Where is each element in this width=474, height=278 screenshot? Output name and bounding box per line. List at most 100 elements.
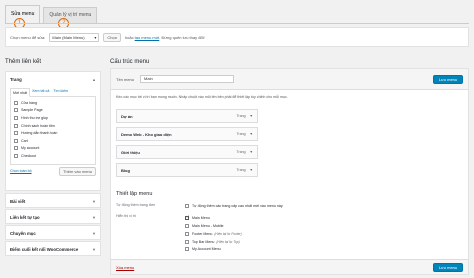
- menu-item-title: Dự án: [121, 113, 133, 119]
- page-item-label: Cart: [21, 138, 28, 143]
- menu-structure-title: Cấu trúc menu: [110, 59, 150, 65]
- add-items-title: Thêm liên kết: [5, 59, 42, 65]
- checkbox[interactable]: [185, 239, 189, 244]
- page-item-label: Hướng dẫn thanh toán: [21, 131, 58, 136]
- caret-down-icon: ▼: [92, 230, 96, 236]
- checkbox[interactable]: [14, 100, 18, 105]
- menu-item-type: Trang: [236, 168, 246, 172]
- page-item-label: Sample Page: [21, 108, 43, 113]
- categories-panel-title: Chuyên mục: [10, 230, 36, 236]
- page-item[interactable]: Cửa hàng: [14, 99, 92, 107]
- menu-item[interactable]: Demo Web - Kho giao diện Trang ▼: [116, 127, 258, 141]
- menu-item[interactable]: Giới thiệu Trang ▼: [116, 145, 258, 159]
- menu-item[interactable]: Dự án Trang ▼: [116, 109, 258, 123]
- tab-manage-locations[interactable]: Quản lý vị trí menu 2: [43, 7, 98, 29]
- custom-links-panel-title: Liên kết tự tạo: [10, 214, 40, 220]
- location-label: Main Menu - Mobile: [192, 223, 224, 228]
- auto-add-option[interactable]: Tự động thêm các trang cấp cao nhất mới …: [185, 202, 283, 209]
- page-item[interactable]: Hướng dẫn thanh toán: [14, 129, 92, 137]
- caret-down-icon[interactable]: ▼: [250, 114, 253, 118]
- pages-subtabs: Mới nhất Xem tất cả Tìm kiếm: [10, 86, 96, 97]
- location-label: Top Bar Menu: [192, 239, 215, 244]
- location-label: Main Menu: [192, 215, 210, 220]
- page-item[interactable]: Sample Page: [14, 107, 92, 115]
- categories-panel[interactable]: Chuyên mục ▼: [5, 225, 101, 240]
- checkbox[interactable]: [14, 123, 18, 128]
- delete-menu-link[interactable]: Xóa menu: [116, 265, 134, 270]
- select-button[interactable]: Chọn: [103, 32, 121, 42]
- display-location-label: Hiển thị vị trí: [116, 214, 136, 218]
- save-reminder-text: . Đừng quên lưu thay đổi!: [159, 34, 205, 40]
- menu-item-title: Blog: [121, 167, 130, 173]
- auto-add-option-label: Tự động thêm các trang cấp cao nhất mới …: [192, 203, 283, 208]
- menu-select[interactable]: Main (Main Menu) ▾: [49, 32, 100, 42]
- custom-links-panel[interactable]: Liên kết tự tạo ▼: [5, 209, 101, 224]
- checkbox[interactable]: [185, 203, 189, 208]
- location-label: My Account Menu: [192, 246, 221, 251]
- page-item[interactable]: Hình thu trợ giúp: [14, 114, 92, 122]
- caret-down-icon[interactable]: ▼: [250, 168, 253, 172]
- select-menu-bar: Chọn menu để sửa: Main (Main Menu) ▾ Chọ…: [5, 27, 469, 47]
- caret-down-icon: ▼: [92, 198, 96, 204]
- menu-item-title: Giới thiệu: [121, 149, 140, 155]
- checkbox[interactable]: [14, 146, 18, 151]
- menu-name-label: Tên menu: [116, 76, 135, 82]
- checkbox[interactable]: [14, 108, 18, 113]
- tab-edit-menus-label: Sửa menu: [11, 11, 35, 17]
- page-item[interactable]: Checkout: [14, 152, 92, 160]
- page-item-label: Checkout: [21, 153, 37, 158]
- checkbox[interactable]: [185, 223, 189, 228]
- save-menu-button-top[interactable]: Lưu menu: [433, 74, 463, 84]
- chevron-down-icon: ▾: [94, 34, 97, 40]
- pages-panel-title: Trang: [10, 76, 22, 82]
- posts-panel[interactable]: Bài viết ▼: [5, 193, 101, 208]
- nav-tabs: Sửa menu 1 Quản lý vị trí menu 2: [5, 5, 100, 29]
- subtab-view-all[interactable]: Xem tất cả: [30, 87, 51, 96]
- page-item[interactable]: Chính sách hoàn tiền: [14, 122, 92, 130]
- menu-management-box: Tên menu Main Lưu menu Kéo các mục tới v…: [110, 68, 469, 275]
- caret-up-icon: ▲: [92, 76, 96, 82]
- checkbox-checked[interactable]: [185, 214, 190, 220]
- location-option[interactable]: Footer Menu (Hiện tại là: Footer): [185, 230, 242, 237]
- pages-checklist: Cửa hàng Sample Page Hình thu trợ giúp C…: [10, 97, 96, 165]
- checkbox[interactable]: [185, 231, 189, 236]
- menu-select-value: Main (Main Menu): [52, 34, 85, 40]
- subtab-search[interactable]: Tìm kiếm: [51, 87, 70, 96]
- menu-item-type: Trang: [236, 150, 246, 154]
- select-menu-label: Chọn menu để sửa:: [10, 34, 46, 40]
- caret-down-icon[interactable]: ▼: [250, 150, 253, 154]
- menu-footer: Xóa menu Lưu menu: [111, 259, 468, 274]
- checkbox[interactable]: [14, 131, 18, 136]
- menu-item[interactable]: Blog Trang ▼: [116, 163, 258, 177]
- menu-item-title: Demo Web - Kho giao diện: [121, 131, 172, 137]
- caret-down-icon[interactable]: ▼: [250, 132, 253, 136]
- posts-panel-title: Bài viết: [10, 198, 26, 204]
- or-text: hoặc: [124, 34, 134, 40]
- tab-edit-menus[interactable]: Sửa menu 1: [5, 5, 41, 29]
- add-to-menu-button[interactable]: Thêm vào menu: [59, 166, 96, 176]
- checkbox[interactable]: [14, 138, 18, 143]
- page-item-label: Hình thu trợ giúp: [21, 115, 48, 120]
- page-item-label: My account: [21, 146, 40, 151]
- location-option[interactable]: My Account Menu: [185, 245, 221, 252]
- save-menu-button-bottom[interactable]: Lưu menu: [433, 262, 463, 272]
- location-option[interactable]: Main Menu: [185, 214, 210, 221]
- caret-down-icon: ▼: [92, 246, 96, 252]
- checkbox[interactable]: [14, 115, 18, 120]
- page-item[interactable]: Cart: [14, 137, 92, 145]
- location-label: Footer Menu: [192, 231, 213, 236]
- page-item[interactable]: My account: [14, 145, 92, 153]
- menu-settings-title: Thiết lập menu: [116, 191, 153, 197]
- menu-name-input[interactable]: Main: [140, 75, 235, 83]
- pages-panel-header[interactable]: Trang ▲: [6, 72, 100, 86]
- subtab-most-recent[interactable]: Mới nhất: [10, 88, 31, 97]
- location-option[interactable]: Top Bar Menu (Hiện tại là: Top): [185, 238, 240, 245]
- create-menu-link[interactable]: tạo menu mới: [135, 35, 160, 40]
- checkbox[interactable]: [185, 246, 189, 251]
- checkbox[interactable]: [14, 153, 18, 158]
- location-option[interactable]: Main Menu - Mobile: [185, 222, 224, 229]
- select-all-link[interactable]: Chọn toàn bộ: [10, 169, 32, 173]
- location-note: (Hiện tại là: Footer): [214, 231, 242, 236]
- woocommerce-endpoints-panel[interactable]: Điểm cuối kết nối WooCommerce ▼: [5, 241, 101, 256]
- caret-down-icon: ▼: [92, 214, 96, 220]
